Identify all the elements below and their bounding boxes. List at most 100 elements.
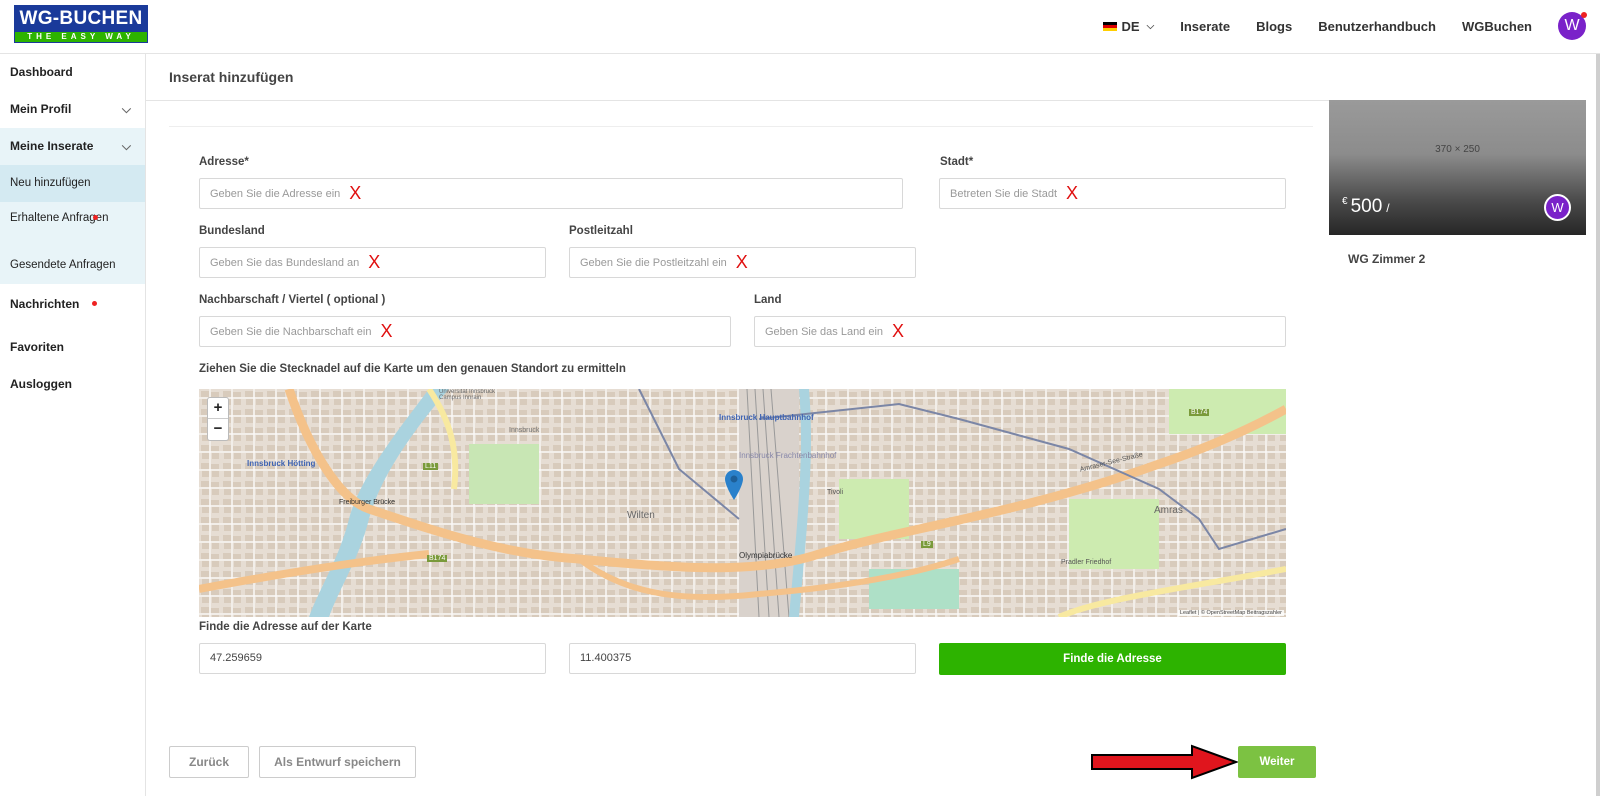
invalid-marker-icon: X	[1066, 183, 1079, 203]
sidebar: Dashboard Mein Profil ⌵ Meine Inserate ⌵ N…	[0, 54, 146, 796]
logo-text: WG-BUCHEN	[19, 8, 143, 29]
road-number-label: L11	[423, 463, 439, 470]
sidebar-item-label: Gesendete Anfragen	[10, 259, 116, 271]
page-title: Inserat hinzufügen	[169, 69, 294, 85]
sidebar-item-logout[interactable]: Ausloggen	[0, 370, 145, 398]
placeholder-text: Geben Sie die Postleitzahl ein	[580, 257, 727, 269]
city-input[interactable]: Betreten Sie die Stadt X	[939, 178, 1286, 209]
road-number-label: B174	[1189, 409, 1210, 416]
sidebar-item-label: Nachrichten	[10, 297, 80, 311]
notification-dot	[93, 215, 98, 220]
map-place-label: Universität Innsbruck Campus Innrain	[439, 389, 496, 401]
image-placeholder-dimensions: 370 × 250	[1435, 144, 1480, 155]
location-map[interactable]: Innsbruck Hötting Innsbruck Hauptbahnhof…	[199, 389, 1286, 617]
chevron-down-icon: ⌵	[1146, 20, 1155, 32]
language-selector[interactable]: DE ⌵	[1102, 18, 1155, 34]
owner-avatar[interactable]: W	[1544, 194, 1571, 221]
divider	[146, 100, 1330, 101]
sidebar-item-label: Neu hinzufügen	[10, 177, 91, 189]
user-avatar[interactable]: W	[1558, 12, 1587, 40]
sidebar-item-label: Meine Inserate	[10, 139, 94, 153]
neighborhood-label: Nachbarschaft / Viertel ( optional )	[199, 294, 386, 306]
placeholder-text: Geben Sie das Land ein	[765, 326, 884, 338]
sidebar-item-label: Mein Profil	[10, 102, 72, 116]
top-navbar: WG-BUCHEN THE EASY WAY DE ⌵ Inserate Blo…	[0, 0, 1600, 54]
sidebar-item-label: Dashboard	[10, 65, 73, 79]
chevron-down-icon: ⌵	[121, 102, 131, 116]
sidebar-item-listings[interactable]: Meine Inserate ⌵	[0, 128, 145, 165]
language-code: DE	[1121, 18, 1140, 34]
main-nav: DE ⌵ Inserate Blogs Benutzerhandbuch WGB…	[1102, 10, 1587, 42]
sidebar-item-favorites[interactable]: Favoriten	[0, 324, 145, 370]
sidebar-item-label: Favoriten	[10, 340, 65, 354]
price-period: /	[1386, 201, 1390, 215]
state-input[interactable]: Geben Sie das Bundesland an X	[199, 247, 546, 278]
map-place-label: Olympiabrücke	[739, 551, 793, 560]
placeholder-text: Geben Sie das Bundesland an	[210, 257, 360, 269]
chevron-down-icon: ⌵	[121, 139, 131, 153]
sidebar-item-new[interactable]: Neu hinzufügen	[0, 165, 145, 202]
sidebar-item-dashboard[interactable]: Dashboard	[0, 54, 145, 91]
listing-price: €500/	[1342, 196, 1390, 218]
next-button[interactable]: Weiter	[1238, 746, 1316, 778]
map-place-label: Freiburger Brücke	[339, 499, 396, 506]
sidebar-item-sent[interactable]: Gesendete Anfragen	[0, 244, 145, 284]
sidebar-item-received[interactable]: Erhaltene Anfragen	[0, 202, 145, 244]
zip-input[interactable]: Geben Sie die Postleitzahl ein X	[569, 247, 916, 278]
address-input[interactable]: Geben Sie die Adresse ein X	[199, 178, 903, 209]
map-place-label: Innsbruck	[509, 427, 540, 434]
map-place-label: Amras	[1154, 505, 1183, 516]
map-place-label: Innsbruck Frachtenbahnhof	[739, 451, 837, 460]
nav-link-handbook[interactable]: Benutzerhandbuch	[1318, 19, 1436, 34]
nav-link-wgbuchen[interactable]: WGBuchen	[1462, 19, 1532, 34]
nav-link-blogs[interactable]: Blogs	[1256, 19, 1292, 34]
notification-dot	[92, 301, 97, 306]
back-button[interactable]: Zurück	[169, 746, 249, 778]
avatar-letter: W	[1564, 17, 1580, 34]
page-scrollbar[interactable]	[1596, 54, 1600, 796]
map-place-label: Innsbruck Hauptbahnhof	[719, 413, 814, 422]
currency-symbol: €	[1342, 196, 1348, 207]
map-zoom-control: + −	[207, 397, 229, 441]
address-label: Adresse*	[199, 156, 249, 168]
listing-title[interactable]: WG Zimmer 2	[1348, 252, 1425, 266]
zip-label: Postleitzahl	[569, 225, 633, 237]
find-address-button[interactable]: Finde die Adresse	[939, 643, 1286, 675]
notification-dot	[1581, 12, 1587, 18]
divider	[169, 126, 1313, 127]
road-number-label: B174	[427, 555, 448, 562]
save-draft-button[interactable]: Als Entwurf speichern	[259, 746, 416, 778]
logo-tagline: THE EASY WAY	[15, 32, 147, 42]
map-place-label: Pradler Friedhof	[1061, 559, 1112, 566]
placeholder-text: Geben Sie die Adresse ein	[210, 188, 341, 200]
latitude-input[interactable]: 47.259659	[199, 643, 546, 674]
invalid-marker-icon: X	[380, 321, 393, 341]
country-label: Land	[754, 294, 782, 306]
brand-logo[interactable]: WG-BUCHEN THE EASY WAY	[14, 5, 148, 43]
neighborhood-input[interactable]: Geben Sie die Nachbarschaft ein X	[199, 316, 731, 347]
invalid-marker-icon: X	[892, 321, 905, 341]
country-input[interactable]: Geben Sie das Land ein X	[754, 316, 1286, 347]
find-address-label: Finde die Adresse auf der Karte	[199, 621, 372, 633]
map-place-label: Tivoli	[827, 489, 844, 496]
placeholder-text: Geben Sie die Nachbarschaft ein	[210, 326, 372, 338]
sidebar-item-profile[interactable]: Mein Profil ⌵	[0, 91, 145, 128]
map-place-label: Wilten	[627, 510, 655, 521]
nav-link-inserate[interactable]: Inserate	[1180, 19, 1230, 34]
longitude-input[interactable]: 11.400375	[569, 643, 916, 674]
map-attribution[interactable]: Leaflet | © OpenStreetMap Beitragszahler	[1177, 610, 1284, 616]
listing-preview-card[interactable]: 370 × 250 €500/ W	[1329, 100, 1586, 235]
road-number-label: L9	[921, 541, 933, 548]
zoom-out-button[interactable]: −	[208, 419, 228, 440]
invalid-marker-icon: X	[735, 252, 748, 272]
zoom-in-button[interactable]: +	[208, 398, 228, 419]
german-flag-icon	[1102, 21, 1117, 31]
price-value: 500	[1350, 196, 1383, 217]
city-label: Stadt*	[940, 156, 974, 168]
location-pin-icon[interactable]	[725, 470, 743, 500]
sidebar-item-messages[interactable]: Nachrichten	[0, 284, 145, 324]
map-hint: Ziehen Sie die Stecknadel auf die Karte …	[199, 363, 626, 375]
placeholder-text: Betreten Sie die Stadt	[950, 188, 1058, 200]
red-arrow-annotation	[1091, 744, 1238, 780]
map-place-label: Innsbruck Hötting	[247, 459, 316, 468]
